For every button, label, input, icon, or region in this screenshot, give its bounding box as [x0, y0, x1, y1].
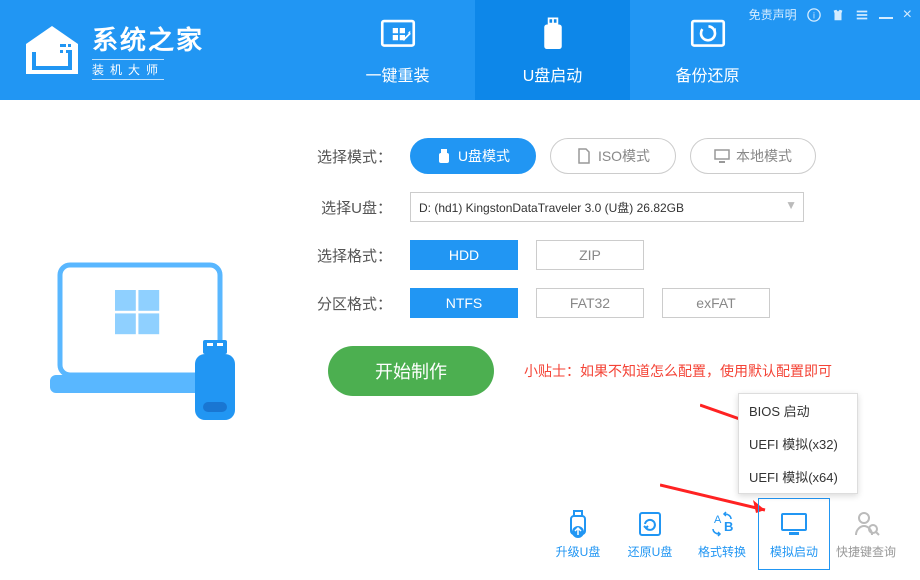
part-exfat[interactable]: exFAT [662, 288, 770, 318]
usb-up-icon [563, 509, 593, 539]
mode-row: 选择模式： U盘模式 ISO模式 本地模式 [310, 138, 920, 174]
top-nav: 一键重装 U盘启动 备份还原 [320, 0, 785, 100]
logo: 系统之家 装机大师 [20, 20, 204, 80]
app-header: 系统之家 装机大师 一键重装 U盘启动 备份还原 免责声明 i × [0, 0, 920, 100]
close-button[interactable]: × [903, 9, 912, 21]
mode-usb-pill[interactable]: U盘模式 [410, 138, 536, 174]
backup-icon [687, 14, 729, 56]
usb-select-value: D: (hd1) KingstonDataTraveler 3.0 (U盘) 2… [419, 199, 684, 216]
restore-icon [635, 509, 665, 539]
tool-restore-usb[interactable]: 还原U盘 [614, 498, 686, 570]
shirt-icon[interactable] [831, 8, 845, 22]
illustration [0, 100, 310, 580]
disclaimer-link[interactable]: 免责声明 [749, 6, 797, 23]
popup-item-bios[interactable]: BIOS 启动 [739, 394, 857, 427]
pill-label: ISO模式 [598, 146, 650, 166]
logo-subtitle: 装机大师 [92, 59, 164, 80]
popup-item-uefi32[interactable]: UEFI 模拟(x32) [739, 427, 857, 460]
monitor-icon [779, 509, 809, 539]
fmt-zip[interactable]: ZIP [536, 240, 644, 270]
mode-local-pill[interactable]: 本地模式 [690, 138, 816, 174]
usb-select[interactable]: D: (hd1) KingstonDataTraveler 3.0 (U盘) 2… [410, 192, 804, 222]
tool-label: 升级U盘 [556, 543, 601, 560]
format-row: 选择格式： HDD ZIP [310, 240, 920, 270]
partition-label: 分区格式： [310, 293, 392, 314]
tool-label: 快捷键查询 [836, 543, 896, 560]
start-create-button[interactable]: 开始制作 [328, 346, 494, 396]
mode-label: 选择模式： [310, 146, 392, 167]
boot-mode-popup: BIOS 启动 UEFI 模拟(x32) UEFI 模拟(x64) [738, 393, 858, 494]
nav-usb-boot[interactable]: U盘启动 [475, 0, 630, 100]
partition-row: 分区格式： NTFS FAT32 exFAT [310, 288, 920, 318]
usb-select-row: 选择U盘： D: (hd1) KingstonDataTraveler 3.0 … [310, 192, 920, 222]
popup-item-uefi64[interactable]: UEFI 模拟(x64) [739, 460, 857, 493]
bottom-toolbar: 升级U盘 还原U盘 AB 格式转换 模拟启动 快捷键查询 [542, 498, 902, 570]
file-icon [576, 148, 592, 164]
monitor-icon [714, 148, 730, 164]
nav-label: 备份还原 [675, 62, 739, 86]
tool-label: 模拟启动 [770, 543, 818, 560]
tool-hotkey-query[interactable]: 快捷键查询 [830, 498, 902, 570]
start-row: 开始制作 小贴士：如果不知道怎么配置，使用默认配置即可 [310, 346, 920, 396]
pill-label: 本地模式 [736, 146, 792, 166]
svg-text:B: B [724, 519, 733, 534]
tool-upgrade-usb[interactable]: 升级U盘 [542, 498, 614, 570]
window-controls: 免责声明 i × [749, 6, 912, 23]
tool-simulate-boot[interactable]: 模拟启动 [758, 498, 830, 570]
dropdown-caret-icon: ▼ [785, 198, 797, 212]
part-fat32[interactable]: FAT32 [536, 288, 644, 318]
tool-label: 还原U盘 [628, 543, 673, 560]
fmt-hdd[interactable]: HDD [410, 240, 518, 270]
svg-text:i: i [813, 10, 815, 20]
tool-format-convert[interactable]: AB 格式转换 [686, 498, 758, 570]
format-label: 选择格式： [310, 245, 392, 266]
nav-label: 一键重装 [365, 62, 429, 86]
person-search-icon [851, 509, 881, 539]
svg-text:A: A [714, 514, 722, 526]
tool-label: 格式转换 [698, 543, 746, 560]
part-ntfs[interactable]: NTFS [410, 288, 518, 318]
usb-icon [532, 14, 574, 56]
nav-reinstall[interactable]: 一键重装 [320, 0, 475, 100]
nav-label: U盘启动 [523, 62, 583, 86]
logo-title: 系统之家 [92, 20, 204, 57]
content-area: 选择模式： U盘模式 ISO模式 本地模式 选择U盘： D: (hd1) [0, 100, 920, 580]
laptop-usb-illustration [40, 235, 270, 445]
house-logo-icon [20, 22, 84, 78]
mode-iso-pill[interactable]: ISO模式 [550, 138, 676, 174]
reinstall-icon [377, 14, 419, 56]
pill-label: U盘模式 [458, 146, 510, 166]
usb-label: 选择U盘： [310, 197, 392, 218]
convert-icon: AB [707, 509, 737, 539]
minimize-button[interactable] [879, 17, 893, 19]
tip-text: 小贴士：如果不知道怎么配置，使用默认配置即可 [524, 361, 832, 381]
info-icon[interactable]: i [807, 8, 821, 22]
usb-small-icon [436, 148, 452, 164]
main-panel: 选择模式： U盘模式 ISO模式 本地模式 选择U盘： D: (hd1) [310, 100, 920, 580]
menu-icon[interactable] [855, 8, 869, 22]
